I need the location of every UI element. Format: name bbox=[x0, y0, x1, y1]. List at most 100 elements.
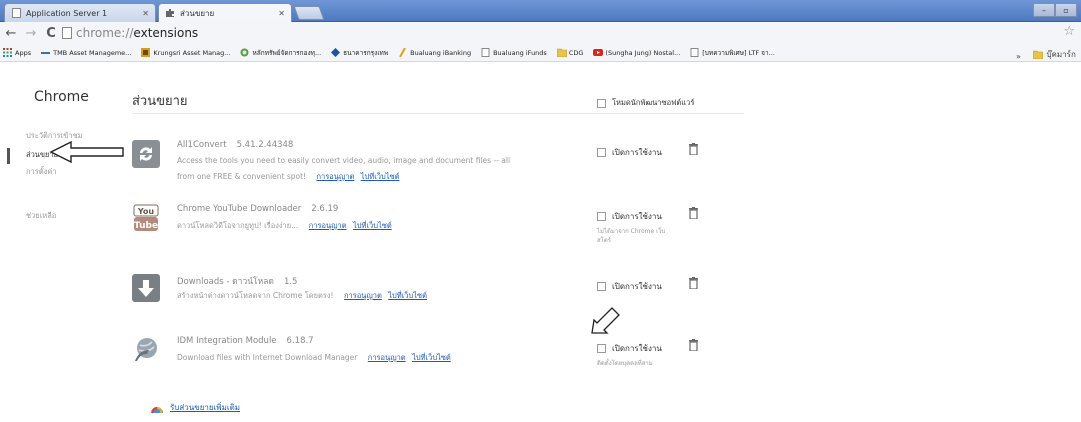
annotation-arrow-left-icon bbox=[49, 140, 124, 164]
bookmark-star-icon[interactable]: ☆ bbox=[1063, 24, 1075, 39]
svg-text:You: You bbox=[137, 207, 155, 216]
bookmark-label: Bualuang iFunds bbox=[493, 48, 547, 57]
extension-name: Downloads - ดาวน์โหลด 1.5 bbox=[177, 274, 297, 288]
enable-label: เปิดการใช้งาน bbox=[612, 344, 662, 353]
selected-marker bbox=[7, 148, 10, 164]
back-arrow-icon[interactable]: ← bbox=[2, 24, 20, 42]
enable-toggle[interactable]: เปิดการใช้งาน bbox=[597, 146, 662, 159]
bookmark-ltf[interactable]: [บทความพิเศษ] LTF จา... bbox=[690, 48, 775, 58]
extension-description: ดาวน์โหลดวิดีโอจากยูทูป! เรื่องง่าย... bbox=[177, 221, 299, 230]
extension-title: IDM Integration Module bbox=[177, 336, 277, 346]
permissions-link[interactable]: การอนุญาต bbox=[344, 291, 382, 300]
trash-icon[interactable] bbox=[689, 207, 698, 219]
bookmark-label: [บทความพิเศษ] LTF จา... bbox=[702, 48, 775, 57]
bookmark-label: หลักทรัพย์จัดการกองทุ... bbox=[252, 48, 322, 57]
enable-toggle[interactable]: เปิดการใช้งาน bbox=[597, 210, 662, 223]
bookmark-youtube[interactable]: (Sungha Jung) Nostal... bbox=[593, 48, 680, 57]
forward-arrow-icon[interactable]: → bbox=[22, 24, 40, 42]
extension-item: Downloads - ดาวน์โหลด 1.5 สร้างหน้าต่างดา… bbox=[132, 274, 752, 314]
download-arrow-icon bbox=[132, 274, 160, 302]
page-title: ส่วนขยาย bbox=[132, 94, 188, 109]
bbl-icon bbox=[331, 48, 341, 57]
bookmark-apps[interactable]: Apps bbox=[3, 48, 31, 57]
other-bookmarks[interactable]: บุ๊คมาร์ก bbox=[1033, 48, 1076, 61]
idm-globe-icon bbox=[135, 338, 157, 361]
website-link[interactable]: ไปที่เว็บไซต์ bbox=[353, 221, 392, 230]
get-more-extensions[interactable]: รับส่วนขยายเพิ่มเติม bbox=[150, 401, 240, 414]
extension-description: สร้างหน้าต่างดาวน์โหลดจาก Chrome โดยตรง! bbox=[177, 291, 334, 300]
globe-icon bbox=[240, 48, 249, 57]
bookmark-fund[interactable]: หลักทรัพย์จัดการกองทุ... bbox=[240, 48, 321, 58]
page-icon bbox=[481, 48, 490, 57]
website-link[interactable]: ไปที่เว็บไซต์ bbox=[412, 353, 451, 362]
extension-title: Chrome YouTube Downloader bbox=[177, 204, 302, 214]
bookmarks-overflow[interactable]: » บุ๊คมาร์ก bbox=[1016, 48, 1076, 61]
bookmark-ifunds[interactable]: Bualuang iFunds bbox=[481, 48, 547, 57]
tab-extensions[interactable]: ส่วนขยาย ✕ bbox=[158, 3, 292, 22]
bookmark-label: Krungsri Asset Manag... bbox=[153, 48, 231, 57]
bookmark-label: Bualuang iBanking bbox=[410, 48, 472, 57]
puzzle-icon bbox=[165, 8, 175, 18]
minimize-button[interactable]: – bbox=[1033, 3, 1055, 17]
sidebar-item-help[interactable]: ช่วยเหลือ bbox=[26, 210, 56, 222]
enable-toggle[interactable]: เปิดการใช้งาน bbox=[597, 342, 662, 355]
extension-version: 1.5 bbox=[283, 277, 298, 287]
extension-description-line: สร้างหน้าต่างดาวน์โหลดจาก Chrome โดยตรง!… bbox=[177, 290, 427, 302]
divider bbox=[132, 113, 744, 114]
new-tab-button[interactable] bbox=[293, 6, 325, 20]
page-icon bbox=[690, 48, 699, 57]
developer-mode-toggle[interactable]: โหมดนักพัฒนาซอฟต์แวร์ bbox=[597, 97, 694, 109]
page-icon bbox=[62, 27, 72, 39]
enable-checkbox[interactable] bbox=[597, 344, 606, 353]
extension-version: 2.6.19 bbox=[311, 204, 339, 214]
bookmark-ibanking[interactable]: Bualuang iBanking bbox=[398, 47, 472, 58]
enable-checkbox[interactable] bbox=[597, 212, 606, 221]
extension-title: All1Convert bbox=[177, 140, 227, 150]
bookmark-krungsri[interactable]: Krungsri Asset Manag... bbox=[141, 48, 230, 57]
website-link[interactable]: ไปที่เว็บไซต์ bbox=[361, 172, 400, 181]
bookmark-label: Apps bbox=[15, 48, 32, 57]
webstore-icon bbox=[151, 406, 163, 413]
developer-mode-checkbox[interactable] bbox=[597, 98, 606, 108]
extension-item: You Tube Chrome YouTube Downloader 2.6.19… bbox=[132, 204, 752, 254]
extension-title: Downloads - ดาวน์โหลด bbox=[177, 277, 274, 287]
extension-description-line2: from one FREE & convenient spot! การอนุญ… bbox=[177, 171, 399, 183]
bookmark-label: ธนาคารกรุงเทพ bbox=[343, 48, 389, 57]
window-controls: – ▫ bbox=[1033, 3, 1077, 17]
reload-icon[interactable]: C bbox=[42, 24, 60, 42]
close-icon[interactable]: ✕ bbox=[278, 9, 285, 18]
bookmarks-bar: Apps TMB Asset Manageme... Krungsri Asse… bbox=[0, 44, 1081, 62]
permissions-link[interactable]: การอนุญาต bbox=[316, 172, 354, 181]
bookmark-label: TMB Asset Manageme... bbox=[53, 48, 132, 57]
trash-icon[interactable] bbox=[689, 339, 698, 351]
enable-checkbox[interactable] bbox=[597, 282, 606, 291]
extension-version: 6.18.7 bbox=[286, 336, 314, 346]
enable-toggle[interactable]: เปิดการใช้งาน bbox=[597, 280, 662, 293]
extension-name: All1Convert 5.41.2.44348 bbox=[177, 140, 293, 150]
youtube-icon bbox=[593, 48, 604, 57]
get-more-extensions-link[interactable]: รับส่วนขยายเพิ่มเติม bbox=[170, 401, 240, 414]
bookmark-cdg[interactable]: CDG bbox=[556, 48, 584, 58]
tab-application-server[interactable]: Application Server 1 ✕ bbox=[4, 3, 156, 22]
extension-description-line: ดาวน์โหลดวิดีโอจากยูทูป! เรื่องง่าย... ก… bbox=[177, 220, 392, 232]
enable-checkbox[interactable] bbox=[597, 148, 606, 157]
page-icon bbox=[11, 8, 21, 18]
website-link[interactable]: ไปที่เว็บไซต์ bbox=[388, 291, 427, 300]
restore-button[interactable]: ▫ bbox=[1055, 3, 1077, 17]
enable-label: เปิดการใช้งาน bbox=[612, 212, 662, 221]
bookmark-tmb[interactable]: TMB Asset Manageme... bbox=[41, 48, 131, 57]
permissions-link[interactable]: การอนุญาต bbox=[309, 221, 347, 230]
folder-icon bbox=[556, 48, 568, 58]
tmb-icon bbox=[41, 48, 51, 57]
close-icon[interactable]: ✕ bbox=[142, 9, 149, 18]
trash-icon[interactable] bbox=[689, 277, 698, 289]
sidebar-item-settings[interactable]: การตั้งค่า bbox=[26, 166, 57, 178]
permissions-link[interactable]: การอนุญาต bbox=[368, 353, 406, 362]
bookmark-label: CDG bbox=[568, 48, 584, 57]
extension-source-note: ติดตั้งโดยบุคคลที่สาม bbox=[597, 360, 653, 367]
bookmark-bbl[interactable]: ธนาคารกรุงเทพ bbox=[331, 48, 388, 58]
trash-icon[interactable] bbox=[689, 143, 698, 155]
other-bookmarks-label: บุ๊คมาร์ก bbox=[1046, 50, 1076, 59]
address-bar[interactable]: chrome://extensions bbox=[62, 24, 1070, 42]
tab-title: Application Server 1 bbox=[26, 8, 108, 18]
